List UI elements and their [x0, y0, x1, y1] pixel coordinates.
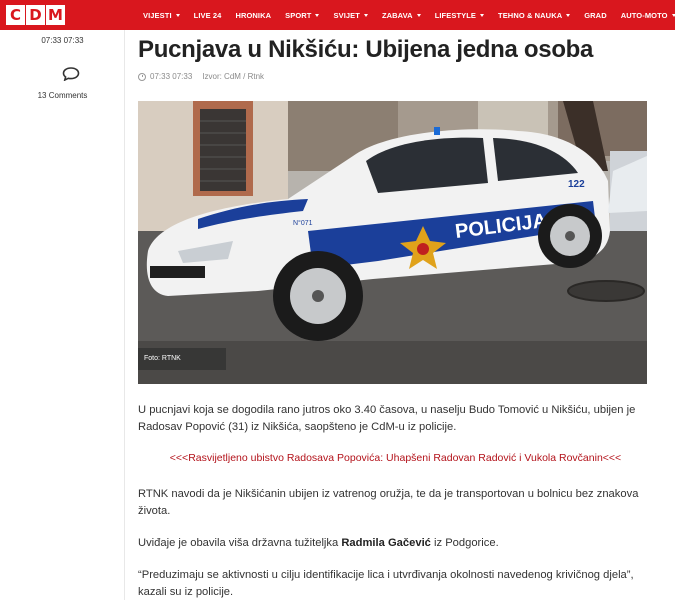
related-article-link[interactable]: <<<Rasvijetljeno ubistvo Radosava Popovi… [138, 452, 653, 464]
meta-time: 07:33 07:33 [150, 72, 193, 81]
nav-item-zabava[interactable]: ZABAVA [382, 11, 421, 20]
logo-letter-c: C [6, 5, 25, 25]
meta-source: Izvor: CdM / Rtnk [202, 72, 265, 81]
photo-hood-number: N°071 [293, 219, 313, 227]
photo-caption: Foto: RTNK [138, 348, 226, 370]
chevron-down-icon [671, 13, 675, 17]
nav-item-lifestyle[interactable]: LIFESTYLE [435, 11, 485, 20]
nav-item-live24[interactable]: LIVE 24 [194, 11, 222, 20]
chevron-down-icon [363, 13, 368, 17]
chevron-down-icon [175, 13, 180, 17]
logo-letter-m: M [46, 5, 65, 25]
photo-rear-number: 122 [568, 179, 585, 190]
article-sidebar: 07:33 07:33 13 Comments [0, 30, 125, 600]
publish-time: 07:33 07:33 [41, 36, 84, 45]
clock-icon [138, 72, 146, 81]
logo-letter-d: D [26, 5, 45, 25]
chevron-down-icon [416, 13, 421, 17]
main-menu: VIJESTI LIVE 24 HRONIKA SPORT SVIJET ZAB… [143, 0, 675, 30]
nav-item-sport[interactable]: SPORT [285, 11, 320, 20]
paragraph-3-before: Uviđaje je obavila viša državna tužitelj… [138, 537, 342, 549]
chevron-down-icon [566, 13, 571, 17]
nav-item-vijesti[interactable]: VIJESTI [143, 11, 180, 20]
prosecutor-name: Radmila Gačević [341, 537, 431, 549]
chevron-down-icon [480, 13, 485, 17]
paragraph-1: U pucnjavi koja se dogodila rano jutros … [138, 404, 636, 433]
article-meta: 07:33 07:33 Izvor: CdM / Rtnk [138, 72, 264, 81]
paragraph-2: RTNK navodi da je Nikšićanin ubijen iz v… [138, 488, 639, 517]
article-photo: POLICIJA 122 N°071 [138, 101, 647, 384]
article-title: Pucnjava u Nikšiću: Ubijena jedna osoba [138, 36, 594, 63]
comment-icon[interactable] [62, 67, 80, 81]
top-nav: C D M VIJESTI LIVE 24 HRONIKA SPORT SVIJ… [0, 0, 675, 30]
comments-link[interactable]: 13 Comments [0, 91, 125, 100]
nav-item-auto-moto[interactable]: AUTO-MOTO [621, 11, 675, 20]
cdm-logo[interactable]: C D M [6, 5, 65, 25]
nav-item-grad[interactable]: GRAD [584, 11, 606, 20]
nav-item-svijet[interactable]: SVIJET [333, 11, 368, 20]
paragraph-4: “Preduzimaju se aktivnosti u cilju ident… [138, 569, 634, 598]
chevron-down-icon [315, 13, 320, 17]
nav-item-tehno-nauka[interactable]: TEHNO & NAUKA [498, 11, 571, 20]
paragraph-3: Uviđaje je obavila viša državna tužitelj… [138, 535, 653, 552]
nav-item-hronika[interactable]: HRONIKA [235, 11, 271, 20]
paragraph-3-after: iz Podgorice. [430, 537, 499, 549]
